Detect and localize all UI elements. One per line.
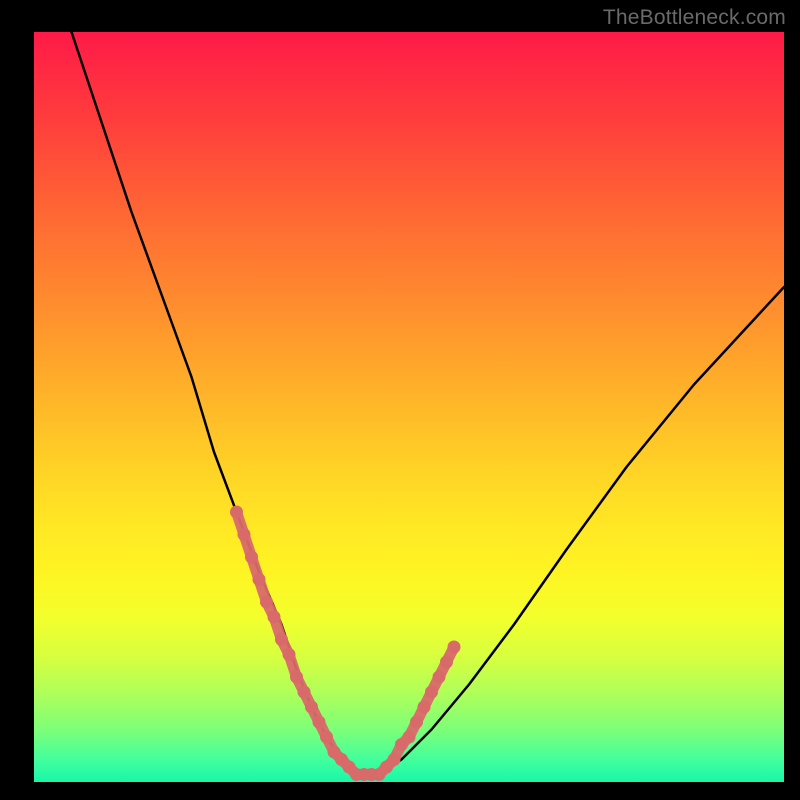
- highlight-dot: [440, 656, 453, 669]
- plot-area: [34, 32, 784, 782]
- highlight-dot: [403, 731, 416, 744]
- highlight-dot: [305, 701, 318, 714]
- highlight-dot: [283, 648, 296, 661]
- watermark-text: TheBottleneck.com: [603, 6, 786, 30]
- highlight-dot: [320, 731, 333, 744]
- highlight-dot: [388, 753, 401, 766]
- highlight-dot: [448, 641, 461, 654]
- highlight-band: [237, 512, 455, 775]
- highlight-dot: [230, 506, 243, 519]
- chart-frame: TheBottleneck.com: [0, 0, 800, 800]
- highlight-dot: [418, 701, 431, 714]
- highlight-dot: [410, 716, 423, 729]
- highlight-dot: [238, 528, 251, 541]
- highlight-dot: [268, 611, 281, 624]
- highlight-dot: [253, 573, 266, 586]
- highlight-dot: [290, 671, 303, 684]
- bottleneck-curve: [72, 32, 785, 775]
- highlight-dot: [433, 671, 446, 684]
- highlight-dot: [260, 596, 273, 609]
- curve-layer: [34, 32, 784, 782]
- highlight-dot: [425, 686, 438, 699]
- highlight-dot: [245, 551, 258, 564]
- highlight-dot: [313, 716, 326, 729]
- highlight-dot: [298, 686, 311, 699]
- highlight-dot: [275, 633, 288, 646]
